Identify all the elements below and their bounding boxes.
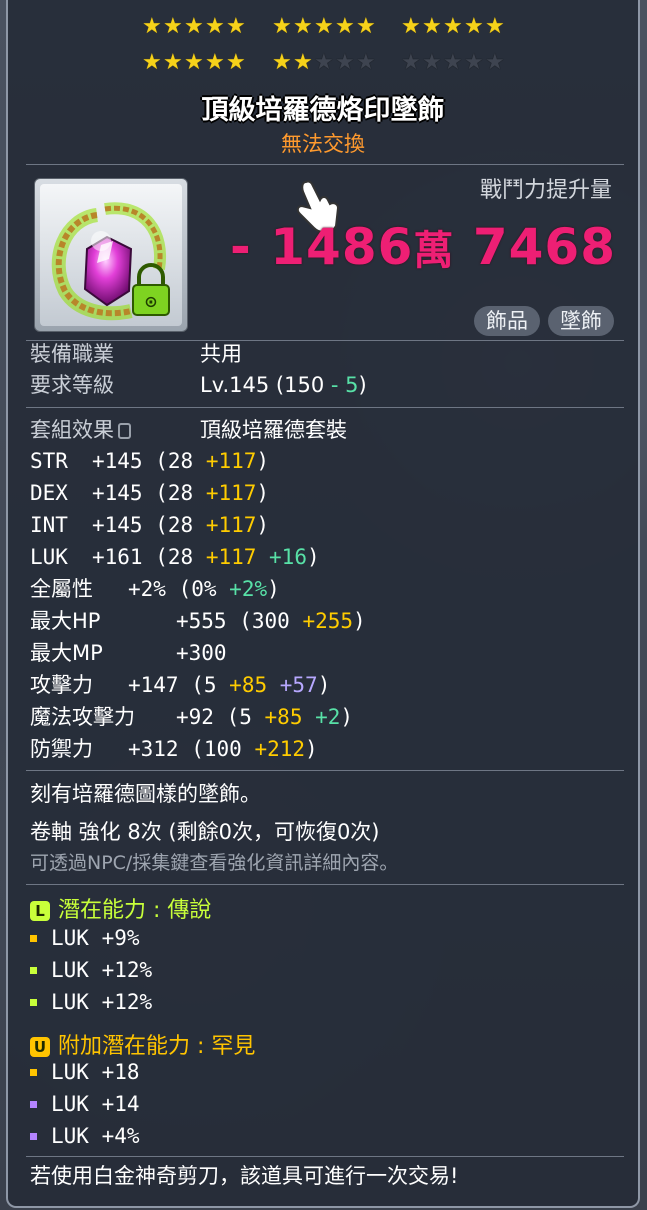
star-group: ★ ★ ★ ★ ★: [142, 14, 246, 40]
stat-row: 防禦力 +312 (100 +212): [30, 737, 318, 761]
star-icon: ★: [163, 14, 183, 39]
set-name: 頂級培羅德套裝: [200, 418, 347, 442]
rare-badge-icon: U: [30, 1037, 50, 1057]
star-icon: ★: [205, 14, 225, 39]
star-icon: ★: [356, 14, 376, 39]
bonus-potential-header: U 附加潛在能力 : 罕見: [30, 1028, 255, 1060]
item-tooltip: ★ ★ ★ ★ ★ ★ ★ ★ ★ ★ ★ ★ ★ ★ ★ ★ ★ ★ ★ ★ ★ ★ ★ ★ ★ ★ ★ ★ ★ ★ 頂級培羅…: [6, 0, 640, 1208]
star-icon: ★: [485, 50, 505, 75]
item-name: 頂級培羅德烙印墜飾: [201, 95, 445, 126]
trade-footer: 若使用白金神奇剪刀，該道具可進行一次交易!: [30, 1164, 459, 1188]
star-icon: ★: [485, 14, 505, 39]
bullet-icon: [30, 935, 37, 942]
item-icon-frame: ⊙: [34, 178, 188, 332]
star-icon: ★: [314, 50, 334, 75]
tag-type: 墜飾: [548, 306, 614, 336]
item-tags: 飾品 墜飾: [474, 306, 614, 336]
power-change-label: 戰鬥力提升量: [479, 178, 612, 203]
potential-line: LUK +14: [30, 1090, 140, 1118]
item-description: 刻有培羅德圖樣的墜飾。: [30, 782, 261, 806]
upgrade-hint: 可透過NPC/採集鍵查看強化資訊詳細內容。: [30, 852, 399, 874]
star-icon: ★: [272, 14, 292, 39]
divider: [26, 407, 624, 408]
star-group: ★ ★ ★ ★ ★: [401, 14, 505, 40]
level-value: Lv.145 (150: [200, 373, 331, 397]
stat-row: STR +145 (28 +117): [30, 449, 270, 473]
star-icon: ★: [293, 50, 313, 75]
legendary-badge-icon: L: [30, 901, 50, 921]
divider: [26, 164, 624, 165]
star-icon: ★: [443, 14, 463, 39]
bullet-icon: [30, 1069, 37, 1076]
star-icon: ★: [401, 14, 421, 39]
potential-line: LUK +4%: [30, 1122, 140, 1150]
potential-line: LUK +9%: [30, 924, 140, 952]
star-icon: ★: [335, 14, 355, 39]
star-force-row-2: ★ ★ ★ ★ ★ ★ ★ ★ ★ ★ ★ ★ ★ ★ ★: [8, 50, 638, 80]
stat-row: INT +145 (28 +117): [30, 513, 270, 537]
lock-icon: [118, 423, 131, 439]
star-force-row-1: ★ ★ ★ ★ ★ ★ ★ ★ ★ ★ ★ ★ ★ ★ ★: [8, 14, 638, 44]
star-icon: ★: [184, 50, 204, 75]
star-icon: ★: [142, 14, 162, 39]
set-label: 套組效果: [30, 418, 114, 442]
potential-line: LUK +12%: [30, 956, 152, 984]
divider: [26, 770, 624, 771]
star-icon: ★: [163, 50, 183, 75]
job-value: 共用: [200, 342, 242, 366]
divider: [26, 1156, 624, 1157]
star-icon: ★: [142, 50, 162, 75]
star-icon: ★: [335, 50, 355, 75]
stat-row: 最大MP +300: [30, 641, 227, 665]
star-icon: ★: [272, 50, 292, 75]
stat-row: LUK +161 (28 +117 +16): [30, 545, 320, 569]
star-group: ★ ★ ★ ★ ★: [272, 50, 376, 76]
bullet-icon: [30, 999, 37, 1006]
bullet-icon: [30, 967, 37, 974]
tag-category: 飾品: [474, 306, 540, 336]
job-label: 裝備職業: [30, 342, 114, 366]
potential-header: L 潛在能力 : 傳說: [30, 892, 211, 924]
potential-line: LUK +18: [30, 1058, 140, 1086]
star-group: ★ ★ ★ ★ ★: [401, 50, 505, 76]
star-icon: ★: [464, 50, 484, 75]
bullet-icon: [30, 1133, 37, 1140]
star-icon: ★: [356, 50, 376, 75]
bullet-icon: [30, 1101, 37, 1108]
star-icon: ★: [226, 50, 246, 75]
stat-row: DEX +145 (28 +117): [30, 481, 270, 505]
star-icon: ★: [314, 14, 334, 39]
scroll-upgrade-info: 卷軸 強化 8次 (剩餘0次，可恢復0次): [30, 820, 380, 844]
potential-line: LUK +12%: [30, 988, 152, 1016]
star-icon: ★: [464, 14, 484, 39]
set-effect-row: 套組效果 頂級培羅德套裝: [30, 416, 347, 444]
pendant-icon: ⊙: [51, 202, 170, 321]
power-change-value: - 1486萬 7468: [230, 218, 616, 276]
trade-status: 無法交換: [281, 132, 365, 156]
stat-row: 全屬性 +2% (0% +2%): [30, 577, 280, 601]
star-icon: ★: [293, 14, 313, 39]
stat-row: 攻擊力 +147 (5 +85 +57): [30, 673, 331, 697]
star-icon: ★: [184, 14, 204, 39]
star-icon: ★: [401, 50, 421, 75]
level-row: 要求等級 Lv.145 (150 - 5): [30, 373, 367, 397]
star-icon: ★: [205, 50, 225, 75]
star-group: ★ ★ ★ ★ ★: [142, 50, 246, 76]
stat-row: 最大HP +555 (300 +255): [30, 609, 366, 633]
stat-row: 魔法攻擊力 +92 (5 +85 +2): [30, 705, 354, 729]
divider: [26, 884, 624, 885]
star-icon: ★: [422, 14, 442, 39]
svg-text:⊙: ⊙: [144, 292, 157, 311]
level-label: 要求等級: [30, 373, 114, 397]
star-icon: ★: [422, 50, 442, 75]
job-row: 裝備職業 共用: [30, 340, 242, 368]
star-group: ★ ★ ★ ★ ★: [272, 14, 376, 40]
star-icon: ★: [226, 14, 246, 39]
star-icon: ★: [443, 50, 463, 75]
